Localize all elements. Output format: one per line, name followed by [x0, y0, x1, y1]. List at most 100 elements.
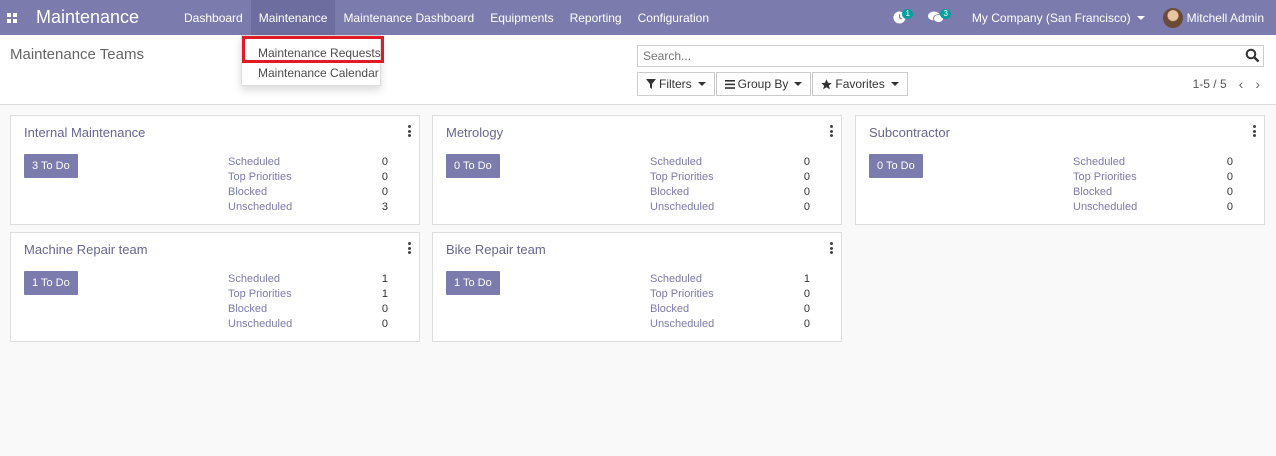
stat-value: 0 — [1226, 171, 1233, 183]
todo-button[interactable]: 0 To Do — [869, 154, 923, 178]
menu-configuration[interactable]: Configuration — [630, 0, 717, 35]
stat-label: Blocked — [228, 186, 268, 198]
caret-down-icon — [794, 82, 803, 86]
user-name: Mitchell Admin — [1186, 10, 1264, 25]
team-name[interactable]: Subcontractor — [869, 125, 950, 140]
app-title[interactable]: Maintenance — [36, 7, 176, 28]
stat-label: Scheduled — [228, 156, 280, 168]
stat-label: Top Priorities — [1073, 171, 1137, 183]
stat-label: Top Priorities — [650, 171, 714, 183]
search-input[interactable] — [638, 46, 1228, 66]
stat-row[interactable]: Top Priorities 0 — [650, 287, 810, 302]
todo-button[interactable]: 3 To Do — [24, 154, 78, 178]
stat-row[interactable]: Blocked 0 — [650, 302, 810, 317]
page-title: Maintenance Teams — [10, 46, 144, 63]
stat-label: Scheduled — [650, 156, 702, 168]
kebab-menu-icon[interactable] — [408, 242, 411, 256]
menu-maintenance-dashboard[interactable]: Maintenance Dashboard — [335, 0, 482, 35]
menu-reporting[interactable]: Reporting — [562, 0, 630, 35]
stat-label: Scheduled — [1073, 156, 1125, 168]
stat-row[interactable]: Top Priorities 0 — [650, 170, 810, 185]
stat-row[interactable]: Unscheduled 0 — [650, 200, 810, 215]
caret-down-icon — [1136, 15, 1145, 20]
team-card[interactable]: Bike Repair team 1 To Do Scheduled 1 Top … — [432, 232, 842, 342]
stat-value: 0 — [381, 303, 388, 315]
stat-row[interactable]: Scheduled 1 — [228, 272, 388, 287]
team-stats: Scheduled 0 Top Priorities 0 Blocked 0 Unsc… — [1073, 155, 1233, 215]
menu-dashboard[interactable]: Dashboard — [176, 0, 251, 35]
company-switcher[interactable]: My Company (San Francisco) — [962, 11, 1155, 25]
stat-row[interactable]: Blocked 0 — [228, 302, 388, 317]
search-options: Filters Group By Favorites — [637, 72, 909, 96]
stat-value: 0 — [1226, 186, 1233, 198]
top-navbar: Maintenance Dashboard Maintenance Mainte… — [0, 0, 1276, 35]
stat-row[interactable]: Scheduled 0 — [228, 155, 388, 170]
stat-value: 0 — [803, 288, 810, 300]
stat-row[interactable]: Top Priorities 1 — [228, 287, 388, 302]
todo-button[interactable]: 1 To Do — [24, 271, 78, 295]
team-card[interactable]: Machine Repair team 1 To Do Scheduled 1 T… — [10, 232, 420, 342]
user-menu[interactable]: Mitchell Admin — [1155, 7, 1276, 28]
team-name[interactable]: Machine Repair team — [24, 242, 148, 257]
apps-menu-icon[interactable] — [2, 0, 22, 35]
stat-label: Top Priorities — [228, 171, 292, 183]
chevron-right-icon[interactable]: › — [1255, 76, 1260, 92]
group-by-button[interactable]: Group By — [715, 72, 812, 96]
stat-row[interactable]: Blocked 0 — [228, 185, 388, 200]
team-card[interactable]: Internal Maintenance 3 To Do Scheduled 0 … — [10, 115, 420, 225]
todo-button[interactable]: 0 To Do — [446, 154, 500, 178]
search-bar — [637, 45, 1264, 67]
messages-button[interactable]: 3 — [920, 0, 952, 35]
stat-value: 0 — [381, 186, 388, 198]
team-name[interactable]: Metrology — [446, 125, 503, 140]
kebab-menu-icon[interactable] — [830, 242, 833, 256]
activity-button[interactable]: 1 — [885, 0, 914, 35]
search-icon[interactable] — [1245, 48, 1260, 63]
avatar — [1162, 7, 1183, 28]
stat-row[interactable]: Scheduled 0 — [1073, 155, 1233, 170]
stat-label: Unscheduled — [1073, 201, 1138, 213]
stat-label: Blocked — [228, 303, 268, 315]
kebab-menu-icon[interactable] — [830, 125, 833, 139]
stat-row[interactable]: Top Priorities 0 — [228, 170, 388, 185]
stat-label: Blocked — [650, 186, 690, 198]
stat-label: Unscheduled — [228, 318, 293, 330]
todo-button[interactable]: 1 To Do — [446, 271, 500, 295]
team-card[interactable]: Metrology 0 To Do Scheduled 0 Top Priorit… — [432, 115, 842, 225]
stat-row[interactable]: Unscheduled 0 — [228, 317, 388, 332]
stat-row[interactable]: Top Priorities 0 — [1073, 170, 1233, 185]
stat-label: Blocked — [1073, 186, 1113, 198]
stat-row[interactable]: Unscheduled 3 — [228, 200, 388, 215]
stat-value: 0 — [803, 318, 810, 330]
menu-maintenance[interactable]: Maintenance — [250, 0, 336, 35]
highlight-box — [242, 36, 384, 63]
kebab-menu-icon[interactable] — [1253, 125, 1256, 139]
stat-label: Blocked — [650, 303, 690, 315]
kebab-menu-icon[interactable] — [408, 125, 411, 139]
pager-value[interactable]: 1-5 / 5 — [1193, 77, 1227, 91]
filters-button[interactable]: Filters — [637, 72, 715, 96]
team-card[interactable]: Subcontractor 0 To Do Scheduled 0 Top Pri… — [855, 115, 1265, 225]
team-stats: Scheduled 0 Top Priorities 0 Blocked 0 Unsc… — [228, 155, 388, 215]
main-menu: Dashboard Maintenance Maintenance Dashbo… — [176, 0, 717, 35]
stat-label: Scheduled — [228, 273, 280, 285]
funnel-icon — [646, 79, 656, 89]
menu-equipments[interactable]: Equipments — [482, 0, 561, 35]
stat-value: 0 — [803, 171, 810, 183]
stat-value: 3 — [381, 201, 388, 213]
favorites-button[interactable]: Favorites — [812, 72, 908, 96]
team-name[interactable]: Bike Repair team — [446, 242, 546, 257]
stat-row[interactable]: Unscheduled 0 — [1073, 200, 1233, 215]
dropdown-maintenance-calendar[interactable]: Maintenance Calendar — [258, 66, 379, 80]
stat-row[interactable]: Blocked 0 — [1073, 185, 1233, 200]
stat-row[interactable]: Scheduled 0 — [650, 155, 810, 170]
stat-row[interactable]: Scheduled 1 — [650, 272, 810, 287]
chevron-left-icon[interactable]: ‹ — [1239, 76, 1244, 92]
team-stats: Scheduled 1 Top Priorities 0 Blocked 0 Unsc… — [650, 272, 810, 332]
group-by-label: Group By — [737, 77, 789, 91]
stat-row[interactable]: Unscheduled 0 — [650, 317, 810, 332]
stat-label: Top Priorities — [228, 288, 292, 300]
stat-row[interactable]: Blocked 0 — [650, 185, 810, 200]
team-name[interactable]: Internal Maintenance — [24, 125, 145, 140]
stat-label: Unscheduled — [650, 201, 715, 213]
